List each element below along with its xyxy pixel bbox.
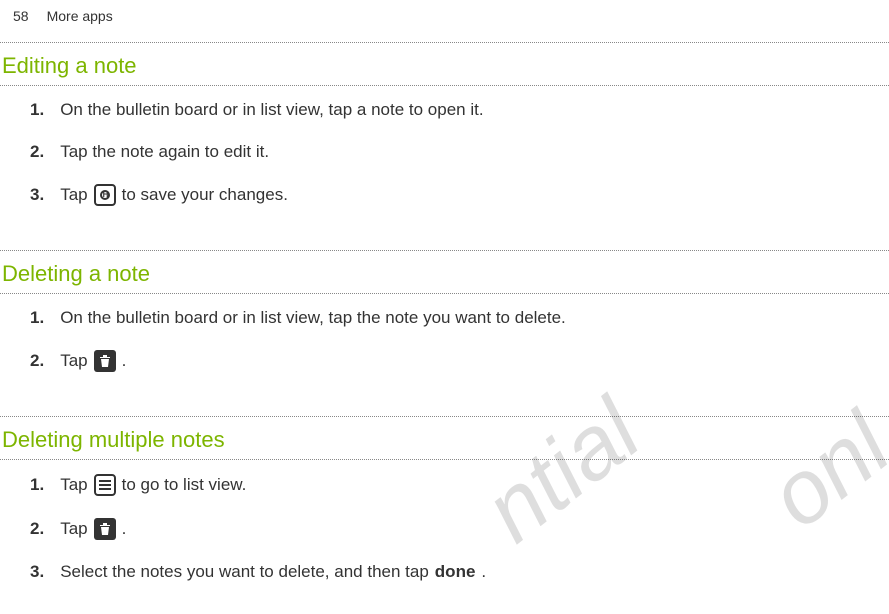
step-number: 2. — [30, 519, 44, 539]
step-text: Tap . — [60, 350, 126, 372]
step-item: 2. Tap . — [0, 350, 889, 394]
page-number: 58 — [13, 8, 29, 24]
step-post: . — [122, 351, 127, 371]
step-item: 1. On the bulletin board or in list view… — [0, 100, 889, 142]
chapter-label: More apps — [47, 8, 113, 24]
section-deleting-note: Deleting a note 1. On the bulletin board… — [0, 250, 889, 404]
section-editing-note: Editing a note 1. On the bulletin board … — [0, 42, 889, 238]
step-text: On the bulletin board or in list view, t… — [60, 308, 566, 328]
step-text: Select the notes you want to delete, and… — [60, 562, 486, 582]
step-list: 1. On the bulletin board or in list view… — [0, 294, 889, 404]
step-post: . — [122, 519, 127, 539]
step-number: 3. — [30, 562, 44, 582]
step-text: Tap H to save your changes. — [60, 184, 288, 206]
step-number: 1. — [30, 100, 44, 120]
step-post: . — [481, 562, 486, 582]
section-heading: Deleting a note — [0, 251, 889, 293]
step-list: 1. On the bulletin board or in list view… — [0, 86, 889, 238]
step-text: On the bulletin board or in list view, t… — [60, 100, 483, 120]
step-item: 3. Tap H to save your changes. — [0, 184, 889, 228]
step-number: 3. — [30, 185, 44, 205]
step-item: 3. Select the notes you want to delete, … — [0, 562, 889, 604]
section-heading: Deleting multiple notes — [0, 417, 889, 459]
step-pre: Tap — [60, 185, 87, 205]
step-text: Tap to go to list view. — [60, 474, 246, 496]
list-icon — [94, 474, 116, 496]
section-heading: Editing a note — [0, 43, 889, 85]
step-number: 2. — [30, 351, 44, 371]
step-item: 1. Tap to go to list view. — [0, 474, 889, 518]
step-item: 2. Tap the note again to edit it. — [0, 142, 889, 184]
step-item: 1. On the bulletin board or in list view… — [0, 308, 889, 350]
step-number: 1. — [30, 308, 44, 328]
step-pre: Tap — [60, 351, 87, 371]
step-pre: Select the notes you want to delete, and… — [60, 562, 429, 582]
step-text: Tap . — [60, 518, 126, 540]
step-list: 1. Tap to go to list view. 2. Tap . 3. — [0, 460, 889, 614]
step-number: 2. — [30, 142, 44, 162]
step-post: to save your changes. — [122, 185, 288, 205]
step-item: 2. Tap . — [0, 518, 889, 562]
page-header: 58 More apps — [0, 0, 889, 42]
trash-icon — [94, 350, 116, 372]
save-icon: H — [94, 184, 116, 206]
section-deleting-multiple-notes: Deleting multiple notes 1. Tap to go to … — [0, 416, 889, 614]
step-bold: done — [435, 562, 476, 582]
step-pre: Tap — [60, 519, 87, 539]
step-post: to go to list view. — [122, 475, 247, 495]
step-number: 1. — [30, 475, 44, 495]
step-text: Tap the note again to edit it. — [60, 142, 269, 162]
step-pre: Tap — [60, 475, 87, 495]
trash-icon — [94, 518, 116, 540]
